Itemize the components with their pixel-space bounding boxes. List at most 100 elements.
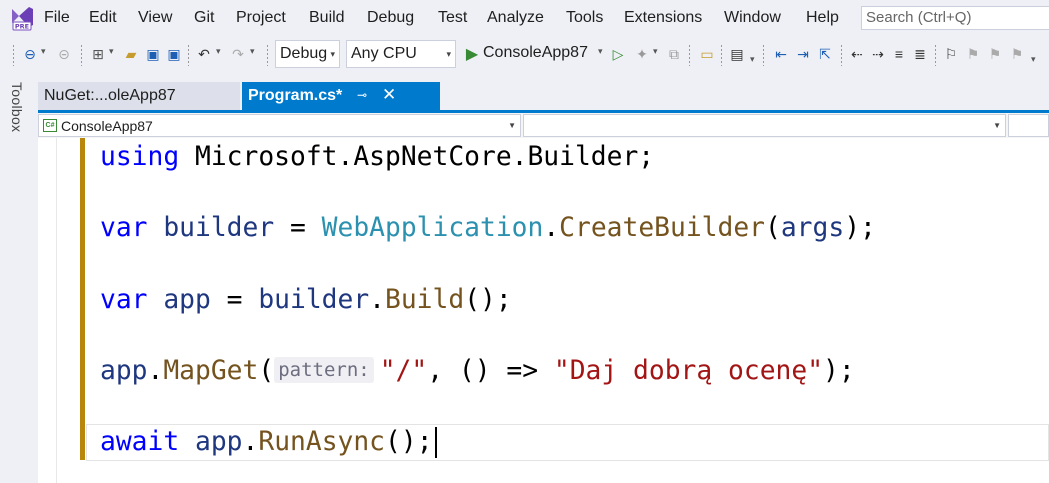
undo-dropdown-icon[interactable]: ▾ (216, 46, 221, 57)
lambda-token: , () => (427, 356, 554, 386)
menu-help[interactable]: Help (806, 9, 839, 27)
redo-icon[interactable]: ↷ (228, 44, 248, 64)
toolbar-grip[interactable] (80, 44, 83, 66)
undo-icon[interactable]: ↶ (194, 44, 214, 64)
start-debugging-icon[interactable]: ▶ (462, 44, 482, 64)
punctuation-token: ); (823, 356, 855, 386)
hot-reload-icon[interactable]: ✦ (632, 44, 652, 64)
punctuation-token: (); (385, 427, 433, 457)
operator-token: = (210, 285, 259, 315)
chevron-down-icon: ▾ (446, 49, 451, 59)
code-line-2[interactable]: var builder = WebApplication.CreateBuild… (100, 211, 876, 245)
step-out-icon[interactable]: ⇱ (815, 44, 835, 64)
previous-bookmark-icon[interactable]: ⚑ (963, 44, 983, 64)
code-line-1[interactable]: using Microsoft.AspNetCore.Builder; (100, 140, 654, 174)
tab-nuget-label: NuGet:...oleApp87 (44, 87, 176, 104)
punctuation-token: . (369, 285, 386, 315)
member-select[interactable]: ▼ (523, 114, 1006, 137)
find-in-files-icon[interactable]: ▭ (697, 44, 717, 64)
change-tracking-bar (80, 138, 85, 460)
tab-nuget[interactable]: NuGet:...oleApp87 (38, 82, 240, 110)
menu-git[interactable]: Git (194, 9, 214, 27)
run-target-button[interactable]: ConsoleApp87 (483, 44, 588, 62)
new-project-dropdown-icon[interactable]: ▾ (109, 46, 114, 57)
redo-dropdown-icon[interactable]: ▾ (250, 46, 255, 57)
menu-edit[interactable]: Edit (89, 9, 117, 27)
inline-parameter-hint: pattern: (274, 357, 374, 383)
variable-token: builder (258, 285, 370, 315)
configuration-select[interactable]: Debug ▾ (275, 40, 340, 68)
increase-indent-icon[interactable]: ⇢ (868, 44, 888, 64)
menu-project[interactable]: Project (236, 9, 286, 27)
decrease-indent-icon[interactable]: ⇠ (847, 44, 867, 64)
toolbar-overflow-icon[interactable]: ▾ (1031, 54, 1036, 65)
project-select[interactable]: C# ConsoleApp87 ▼ (38, 114, 521, 137)
punctuation-token: . (242, 427, 259, 457)
menu-tools[interactable]: Tools (566, 9, 603, 27)
navigate-forward-icon[interactable]: ⊝ (54, 44, 74, 64)
toolbar-grip[interactable] (934, 44, 937, 66)
comment-lines-icon[interactable]: ≡ (889, 44, 909, 64)
menu-build[interactable]: Build (309, 9, 345, 27)
bookmark-icon[interactable]: ⚐ (941, 44, 961, 64)
layout-icon[interactable]: ▤ (727, 44, 747, 64)
next-bookmark-icon[interactable]: ⚑ (985, 44, 1005, 64)
code-line-4[interactable]: app.MapGet(pattern: "/", () => "Daj dobrą… (100, 354, 855, 388)
toolbar-grip[interactable] (720, 44, 723, 66)
hot-reload-dropdown-icon[interactable]: ▾ (653, 46, 658, 57)
punctuation-token: ( (258, 356, 275, 386)
uncomment-lines-icon[interactable]: ≣ (910, 44, 930, 64)
namespace-token: Microsoft.AspNetCore.Builder; (179, 142, 655, 172)
new-project-icon[interactable]: ⊞ (88, 44, 108, 64)
string-token: "Daj dobrą ocenę" (553, 356, 824, 386)
toolbar-grip[interactable] (12, 44, 15, 66)
split-select[interactable] (1008, 114, 1049, 137)
platform-select[interactable]: Any CPU ▾ (346, 40, 456, 68)
project-select-value: ConsoleApp87 (61, 118, 153, 134)
save-all-icon[interactable]: ▣ (164, 44, 184, 64)
code-line-5[interactable]: await app.RunAsync(); (100, 425, 437, 459)
logo-badge-text: PRE (15, 23, 29, 31)
csharp-project-icon: C# (43, 119, 57, 132)
search-input[interactable]: Search (Ctrl+Q) (861, 6, 1049, 30)
close-icon[interactable]: ✕ (382, 85, 396, 105)
save-icon[interactable]: ▣ (143, 44, 163, 64)
step-over-icon[interactable]: ⇥ (793, 44, 813, 64)
pin-icon[interactable]: ⊸ (357, 88, 367, 102)
keyword-token: var (100, 213, 148, 243)
start-without-debugging-icon[interactable]: ▷ (608, 44, 628, 64)
toolbar-grip[interactable] (840, 44, 843, 66)
menu-test[interactable]: Test (438, 9, 467, 27)
menu-file[interactable]: File (44, 9, 70, 27)
step-into-icon[interactable]: ⇤ (771, 44, 791, 64)
code-line-3[interactable]: var app = builder.Build(); (100, 283, 512, 317)
menu-analyze[interactable]: Analyze (487, 9, 544, 27)
run-target-dropdown-icon[interactable]: ▾ (598, 46, 603, 57)
variable-token: app (195, 427, 243, 457)
menu-extensions[interactable]: Extensions (624, 9, 702, 27)
tab-program-cs[interactable]: Program.cs* ⊸ ✕ (242, 82, 440, 110)
toolbar-grip[interactable] (187, 44, 190, 66)
browser-link-icon[interactable]: ⧉ (664, 44, 684, 64)
document-tab-strip: NuGet:...oleApp87 Program.cs* ⊸ ✕ (38, 82, 1049, 110)
toolbar-grip[interactable] (688, 44, 691, 66)
toolbox-tab[interactable]: Toolbox (9, 82, 25, 132)
clear-bookmarks-icon[interactable]: ⚑ (1007, 44, 1027, 64)
layout-dropdown-icon[interactable]: ▾ (750, 54, 755, 65)
glyph-margin-divider (56, 138, 57, 483)
visual-studio-logo-icon[interactable]: PRE (9, 5, 35, 31)
menu-view[interactable]: View (138, 9, 172, 27)
menu-window[interactable]: Window (724, 9, 781, 27)
menu-debug[interactable]: Debug (367, 9, 414, 27)
back-dropdown-icon[interactable]: ▾ (41, 46, 46, 57)
toolbar-grip[interactable] (266, 44, 269, 66)
variable-token: app (100, 356, 148, 386)
open-folder-icon[interactable]: ▰ (121, 44, 141, 64)
toolbar-grip[interactable] (762, 44, 765, 66)
navigate-back-icon[interactable]: ⊖ (20, 44, 40, 64)
string-token: "/" (379, 356, 428, 386)
type-token: WebApplication (321, 213, 544, 243)
